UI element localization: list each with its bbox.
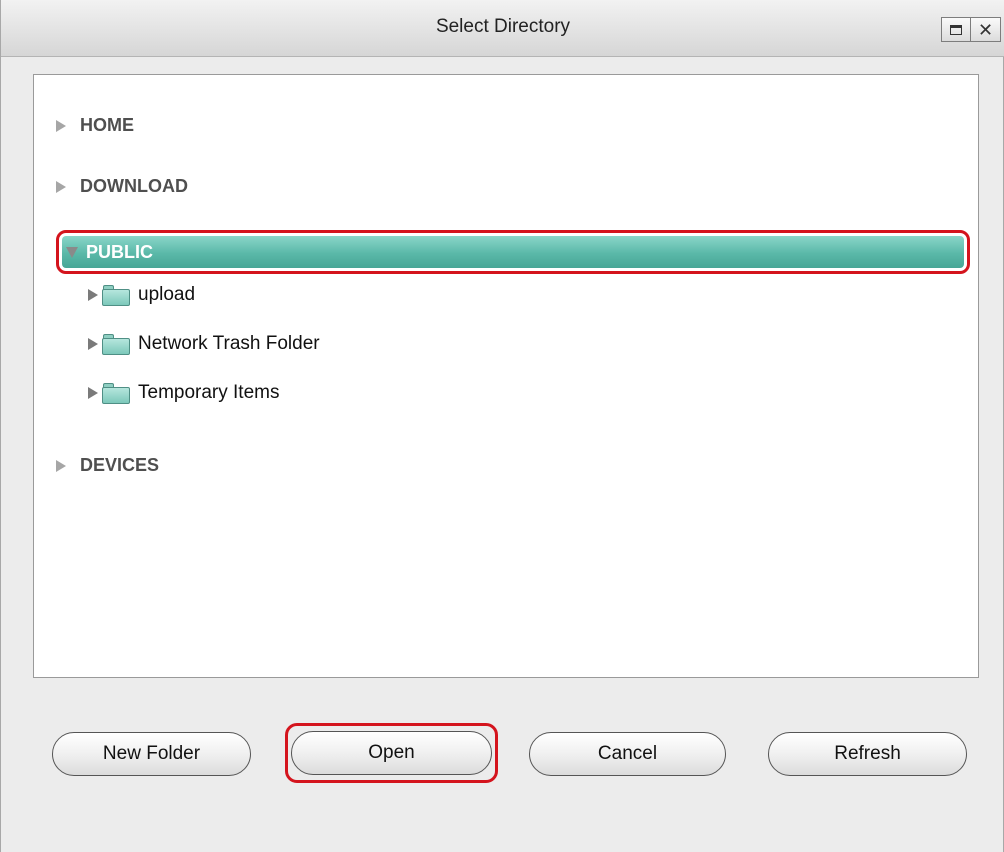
tree-node-label: upload: [138, 284, 196, 305]
window-controls: ✕: [941, 17, 1001, 42]
expand-arrow-icon[interactable]: [88, 338, 98, 350]
folder-icon: [102, 382, 130, 404]
open-button[interactable]: Open: [291, 731, 492, 775]
tree-node-network-trash-folder[interactable]: Network Trash Folder: [88, 333, 320, 355]
title-bar[interactable]: Select Directory ✕: [1, 0, 1004, 57]
directory-tree[interactable]: HOME DOWNLOAD PUBLIC upload Network Tras…: [33, 74, 979, 678]
expand-arrow-icon[interactable]: [56, 180, 66, 193]
tree-node-home[interactable]: HOME: [56, 115, 134, 136]
restore-button[interactable]: [941, 17, 971, 42]
selected-row-highlight: PUBLIC: [62, 236, 964, 268]
cancel-button[interactable]: Cancel: [529, 732, 726, 776]
new-folder-button[interactable]: New Folder: [52, 732, 251, 776]
expand-arrow-icon[interactable]: [56, 459, 66, 472]
dialog-title: Select Directory: [435, 16, 571, 37]
restore-icon: [950, 24, 962, 35]
expand-arrow-icon[interactable]: [56, 119, 66, 132]
tree-node-label: HOME: [80, 115, 134, 135]
tree-node-label: DEVICES: [80, 455, 160, 475]
tree-node-download[interactable]: DOWNLOAD: [56, 176, 188, 197]
tree-node-label: DOWNLOAD: [80, 176, 188, 196]
tree-node-label: PUBLIC: [86, 241, 153, 262]
expand-arrow-icon[interactable]: [88, 387, 98, 399]
close-button[interactable]: ✕: [971, 17, 1001, 42]
folder-icon: [102, 333, 130, 355]
collapse-arrow-icon[interactable]: [66, 246, 78, 258]
tree-node-devices[interactable]: DEVICES: [56, 455, 159, 476]
close-icon: ✕: [977, 19, 994, 40]
tree-node-label: Network Trash Folder: [138, 333, 320, 354]
folder-icon: [102, 284, 130, 306]
refresh-button[interactable]: Refresh: [768, 732, 967, 776]
tree-node-temporary-items[interactable]: Temporary Items: [88, 382, 279, 404]
select-directory-dialog: Select Directory ✕ HOME DOWNLOAD PUBLIC: [0, 0, 1004, 852]
expand-arrow-icon[interactable]: [88, 289, 98, 301]
tree-node-upload[interactable]: upload: [88, 284, 195, 306]
tree-node-label: Temporary Items: [138, 382, 280, 403]
tree-node-public[interactable]: PUBLIC: [56, 230, 970, 274]
